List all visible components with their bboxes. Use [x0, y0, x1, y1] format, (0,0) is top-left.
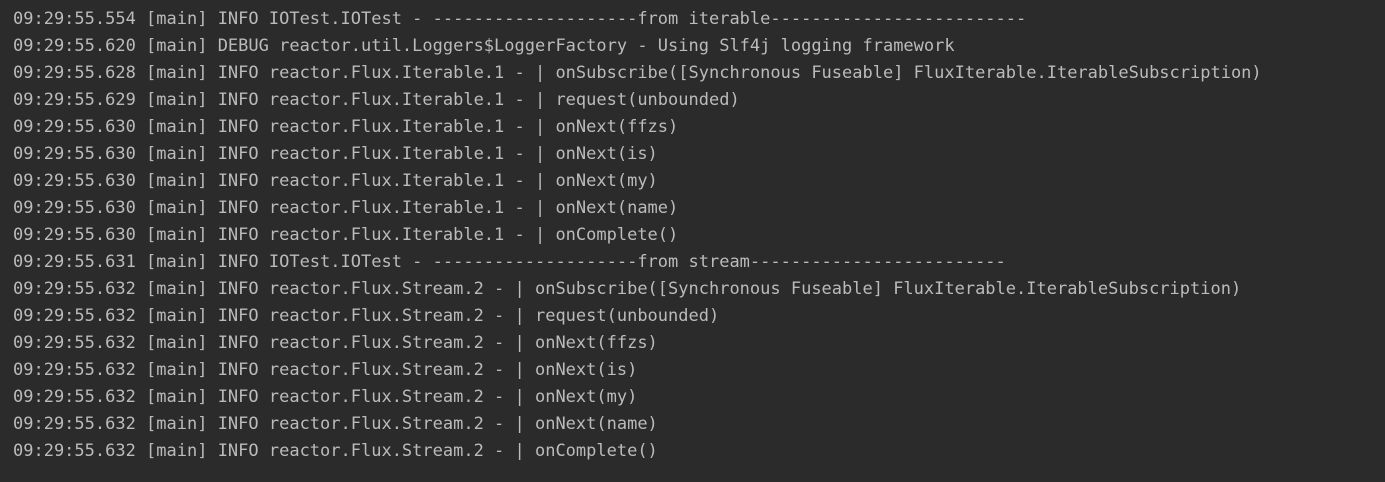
log-line: 09:29:55.632 [main] INFO reactor.Flux.St…	[13, 306, 720, 326]
log-line: 09:29:55.630 [main] INFO reactor.Flux.It…	[13, 144, 658, 164]
log-line: 09:29:55.632 [main] INFO reactor.Flux.St…	[13, 441, 658, 461]
log-line: 09:29:55.629 [main] INFO reactor.Flux.It…	[13, 90, 740, 110]
log-line: 09:29:55.632 [main] INFO reactor.Flux.St…	[13, 333, 658, 353]
log-line: 09:29:55.628 [main] INFO reactor.Flux.It…	[13, 63, 1262, 83]
log-line: 09:29:55.630 [main] INFO reactor.Flux.It…	[13, 198, 679, 218]
log-line: 09:29:55.631 [main] INFO IOTest.IOTest -…	[13, 252, 1006, 272]
log-line: 09:29:55.630 [main] INFO reactor.Flux.It…	[13, 225, 679, 245]
log-line: 09:29:55.632 [main] INFO reactor.Flux.St…	[13, 414, 658, 434]
log-line: 09:29:55.630 [main] INFO reactor.Flux.It…	[13, 171, 658, 191]
console-output[interactable]: 09:29:55.554 [main] INFO IOTest.IOTest -…	[0, 0, 1385, 482]
log-line: 09:29:55.630 [main] INFO reactor.Flux.It…	[13, 117, 679, 137]
log-line: 09:29:55.632 [main] INFO reactor.Flux.St…	[13, 387, 638, 407]
log-line: 09:29:55.632 [main] INFO reactor.Flux.St…	[13, 360, 638, 380]
log-line: 09:29:55.620 [main] DEBUG reactor.util.L…	[13, 36, 955, 56]
log-line: 09:29:55.554 [main] INFO IOTest.IOTest -…	[13, 9, 1027, 29]
log-line: 09:29:55.632 [main] INFO reactor.Flux.St…	[13, 279, 1242, 299]
